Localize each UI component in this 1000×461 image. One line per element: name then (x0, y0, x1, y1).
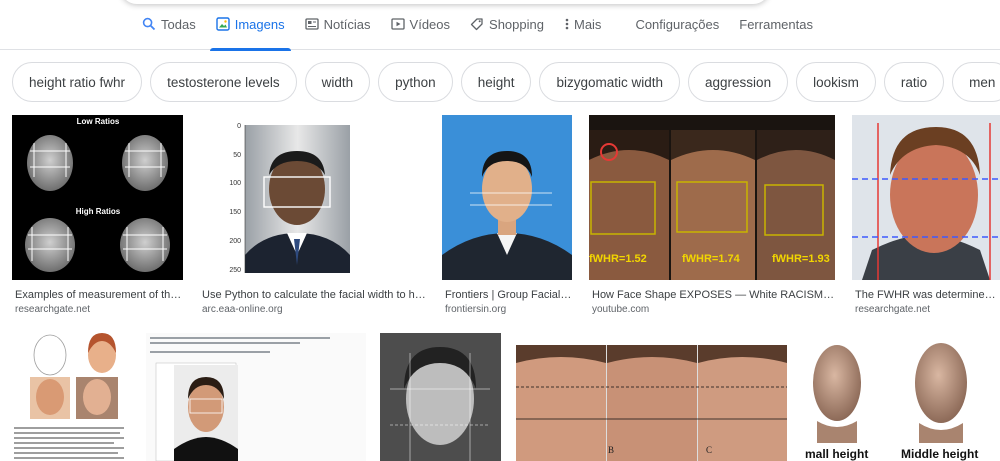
image-result-1[interactable]: Low Ratios High Ratios Examples of measu… (12, 115, 184, 315)
height-label: mall height (805, 447, 868, 461)
chip-height-ratio-fwhr[interactable]: height ratio fwhr (12, 62, 143, 102)
news-icon (304, 17, 319, 31)
tab-shopping-label: Shopping (489, 16, 544, 32)
image-result-4[interactable]: fWHR=1.52 fWHR=1.74 fWHR=1.93 How Face S… (589, 115, 835, 315)
settings-link[interactable]: Configurações (625, 0, 729, 46)
result-thumbnail[interactable]: Low Ratios High Ratios (12, 115, 183, 280)
result-source[interactable]: frontiersin.org (445, 304, 572, 315)
chip-ratio[interactable]: ratio (883, 62, 945, 102)
chip-height[interactable]: height (460, 62, 532, 102)
axis-tick: 50 (233, 152, 241, 159)
axis-tick: 0 (237, 123, 241, 130)
tab-all[interactable]: Todas (132, 0, 206, 46)
fwhr-label: fWHR=1.52 (589, 253, 647, 265)
tab-images-label: Imagens (234, 16, 285, 32)
chip-python[interactable]: python (378, 62, 453, 102)
result-caption[interactable]: How Face Shape EXPOSES — White RACISM (f… (592, 289, 835, 301)
search-tabs: Todas Imagens Notícias Vídeos Shopping M… (132, 0, 823, 51)
result-thumbnail[interactable]: B C (516, 345, 787, 461)
result-caption[interactable]: Use Python to calculate the facial width… (202, 289, 426, 301)
result-source[interactable]: researchgate.net (15, 304, 183, 315)
axis-tick: 200 (229, 238, 241, 245)
chip-aggression[interactable]: aggression (688, 62, 789, 102)
tag-icon (470, 17, 484, 31)
image-result-5[interactable]: The FWHR was determined by d researchgat… (852, 115, 1000, 315)
height-label: Middle height (901, 447, 978, 461)
more-vert-icon (564, 17, 570, 31)
image-icon (216, 17, 230, 31)
result-source[interactable]: youtube.com (592, 304, 835, 315)
tab-images[interactable]: Imagens (206, 0, 295, 51)
settings-label: Configurações (635, 16, 720, 32)
result-thumbnail[interactable] (442, 115, 572, 280)
image-result-3[interactable]: Frontiers | Group Facial W... frontiersi… (442, 115, 572, 315)
result-thumbnail[interactable] (12, 333, 130, 461)
tab-videos-label: Vídeos (409, 16, 451, 32)
chip-width[interactable]: width (304, 62, 371, 102)
tab-shopping[interactable]: Shopping (460, 0, 554, 46)
result-thumbnail[interactable]: fWHR=1.52 fWHR=1.74 fWHR=1.93 (589, 115, 835, 280)
result-caption[interactable]: Examples of measurement of the ... (15, 289, 183, 301)
tab-news[interactable]: Notícias (295, 0, 381, 46)
tools-link[interactable]: Ferramentas (729, 0, 823, 46)
fwhr-label: fWHR=1.74 (682, 253, 741, 265)
tab-all-label: Todas (161, 16, 196, 32)
panel-label: B (608, 445, 614, 455)
result-caption[interactable]: Frontiers | Group Facial W... (445, 289, 572, 301)
result-thumbnail[interactable] (146, 333, 366, 461)
low-ratios-label: Low Ratios (77, 117, 120, 126)
image-result-2[interactable]: 0 50 100 150 200 250 Use Python to calcu… (199, 115, 426, 315)
result-source[interactable]: researchgate.net (855, 304, 1000, 315)
chip-lookism[interactable]: lookism (796, 62, 876, 102)
tab-news-label: Notícias (323, 16, 371, 32)
image-result-8[interactable] (380, 333, 501, 461)
result-caption[interactable]: The FWHR was determined by d (855, 289, 1000, 301)
chip-men[interactable]: men (952, 62, 1000, 102)
image-result-10[interactable]: mall height Middle height (803, 333, 1000, 461)
search-icon (142, 17, 156, 31)
tab-more[interactable]: Mais (554, 0, 611, 46)
chip-bizygomatic-width[interactable]: bizygomatic width (539, 62, 681, 102)
image-result-7[interactable] (146, 333, 366, 461)
image-result-6[interactable] (12, 333, 130, 461)
result-thumbnail[interactable] (380, 333, 501, 461)
tab-videos[interactable]: Vídeos (381, 0, 460, 46)
fwhr-label: fWHR=1.93 (772, 253, 830, 265)
image-result-9[interactable]: B C (516, 345, 787, 461)
video-icon (390, 17, 405, 31)
result-thumbnail[interactable]: mall height Middle height (803, 333, 1000, 461)
related-searches-chips: height ratio fwhr testosterone levels wi… (12, 62, 1000, 102)
axis-tick: 100 (229, 180, 241, 187)
result-thumbnail[interactable]: 0 50 100 150 200 250 (199, 115, 426, 280)
result-thumbnail[interactable] (852, 115, 1000, 280)
result-source[interactable]: arc.eaa-online.org (202, 304, 426, 315)
tools-label: Ferramentas (739, 16, 813, 32)
axis-tick: 250 (229, 267, 241, 274)
panel-label: C (706, 445, 712, 455)
tab-more-label: Mais (573, 16, 602, 32)
high-ratios-label: High Ratios (76, 207, 121, 216)
chip-testosterone-levels[interactable]: testosterone levels (150, 62, 297, 102)
axis-tick: 150 (229, 209, 241, 216)
top-navigation-bar: Todas Imagens Notícias Vídeos Shopping M… (0, 0, 1000, 51)
